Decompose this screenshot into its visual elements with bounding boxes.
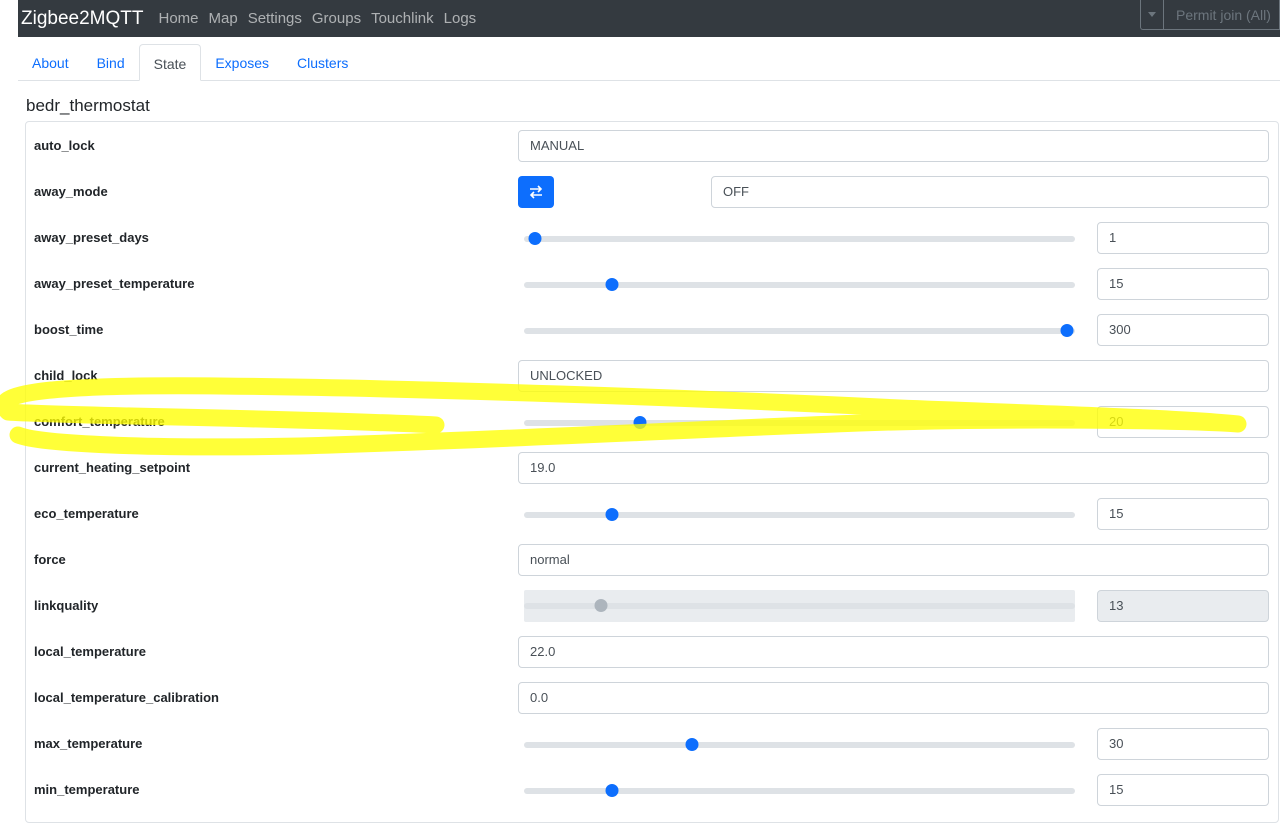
state-card: auto_lock MANUAL away_mode OFF away_pres…	[25, 121, 1279, 823]
nav-map[interactable]: Map	[204, 10, 243, 27]
state-row: away_preset_temperature 15	[26, 261, 1278, 307]
tab-about[interactable]: About	[18, 44, 83, 80]
permit-join-label: Permit join (All)	[1176, 6, 1271, 23]
tab-exposes[interactable]: Exposes	[201, 44, 283, 80]
row-label: auto_lock	[34, 138, 95, 153]
main-nav: Home Map Settings Groups Touchlink Logs	[153, 10, 481, 27]
state-row: linkquality 13	[26, 583, 1278, 629]
nav-settings[interactable]: Settings	[243, 10, 307, 27]
slider-track	[524, 328, 1075, 334]
device-title: bedr_thermostat	[26, 96, 150, 115]
state-row: away_preset_days 1	[26, 215, 1278, 261]
away-preset-days-input[interactable]: 1	[1097, 222, 1269, 254]
slider-track	[524, 236, 1075, 242]
boost-time-slider[interactable]	[524, 321, 1075, 339]
permit-join-button[interactable]: Permit join (All)	[1140, 0, 1280, 30]
row-label: max_temperature	[34, 736, 143, 751]
row-label: away_preset_days	[34, 230, 149, 245]
eco-temperature-input[interactable]: 15	[1097, 498, 1269, 530]
state-row: current_heating_setpoint 19.0	[26, 445, 1278, 491]
auto-lock-input[interactable]: MANUAL	[518, 130, 1269, 162]
state-row: local_temperature_calibration 0.0	[26, 675, 1278, 721]
boost-time-input[interactable]: 300	[1097, 314, 1269, 346]
state-row: auto_lock MANUAL	[26, 123, 1278, 169]
linkquality-input: 13	[1097, 590, 1269, 622]
state-row: away_mode OFF	[26, 169, 1278, 215]
tab-state[interactable]: State	[138, 44, 202, 81]
nav-touchlink[interactable]: Touchlink	[366, 10, 439, 27]
row-label: eco_temperature	[34, 506, 139, 521]
comfort-temperature-input[interactable]: 20	[1097, 406, 1269, 438]
state-row: local_temperature 22.0	[26, 629, 1278, 675]
permit-join-dropdown-toggle[interactable]	[1141, 0, 1164, 29]
slider-thumb[interactable]	[685, 738, 699, 751]
away-mode-value: OFF	[711, 176, 1269, 208]
row-label: child_lock	[34, 368, 98, 383]
min-temperature-input[interactable]: 15	[1097, 774, 1269, 806]
state-row: force normal	[26, 537, 1278, 583]
row-label: current_heating_setpoint	[34, 460, 191, 475]
row-label: force	[34, 552, 66, 567]
slider-track	[524, 420, 1075, 426]
slider-thumb[interactable]	[605, 278, 619, 291]
brand-logo[interactable]: Zigbee2MQTT	[21, 8, 143, 30]
top-navbar: Zigbee2MQTT Home Map Settings Groups Tou…	[18, 0, 1280, 37]
slider-thumb[interactable]	[605, 784, 619, 797]
swap-arrows-icon	[529, 185, 543, 199]
local-temperature-input[interactable]: 22.0	[518, 636, 1269, 668]
tab-bind[interactable]: Bind	[83, 44, 139, 80]
caret-down-icon	[1148, 12, 1156, 17]
state-row: child_lock UNLOCKED	[26, 353, 1278, 399]
slider-thumb	[594, 599, 608, 612]
away-preset-temperature-slider[interactable]	[524, 275, 1075, 293]
min-temperature-slider[interactable]	[524, 781, 1075, 799]
state-row: max_temperature 30	[26, 721, 1278, 767]
row-label: min_temperature	[34, 782, 140, 797]
max-temperature-slider[interactable]	[524, 735, 1075, 753]
slider-thumb[interactable]	[528, 232, 542, 245]
away-preset-temperature-input[interactable]: 15	[1097, 268, 1269, 300]
child-lock-input[interactable]: UNLOCKED	[518, 360, 1269, 392]
comfort-temperature-slider[interactable]	[524, 413, 1075, 431]
state-row: eco_temperature 15	[26, 491, 1278, 537]
away-mode-toggle-button[interactable]	[518, 176, 554, 208]
max-temperature-input[interactable]: 30	[1097, 728, 1269, 760]
state-row: min_temperature 15	[26, 767, 1278, 813]
row-label: comfort_temperature	[34, 414, 165, 429]
force-input[interactable]: normal	[518, 544, 1269, 576]
state-row: boost_time 300	[26, 307, 1278, 353]
state-row: comfort_temperature 20	[26, 399, 1278, 445]
row-label: linkquality	[34, 598, 99, 613]
row-label: local_temperature_calibration	[34, 690, 219, 705]
nav-home[interactable]: Home	[153, 10, 203, 27]
tab-clusters[interactable]: Clusters	[283, 44, 362, 80]
slider-thumb[interactable]	[633, 416, 647, 429]
slider-thumb[interactable]	[1060, 324, 1074, 337]
eco-temperature-slider[interactable]	[524, 505, 1075, 523]
row-label: local_temperature	[34, 644, 146, 659]
nav-groups[interactable]: Groups	[307, 10, 366, 27]
row-label: away_mode	[34, 184, 108, 199]
nav-logs[interactable]: Logs	[439, 10, 482, 27]
local-temperature-calibration-input[interactable]: 0.0	[518, 682, 1269, 714]
slider-track	[524, 742, 1075, 748]
device-tabs: About Bind State Exposes Clusters	[18, 44, 1280, 81]
away-preset-days-slider[interactable]	[524, 229, 1075, 247]
slider-thumb[interactable]	[605, 508, 619, 521]
current-heating-setpoint-input[interactable]: 19.0	[518, 452, 1269, 484]
row-label: boost_time	[34, 322, 104, 337]
row-label: away_preset_temperature	[34, 276, 195, 291]
linkquality-slider	[524, 590, 1075, 622]
